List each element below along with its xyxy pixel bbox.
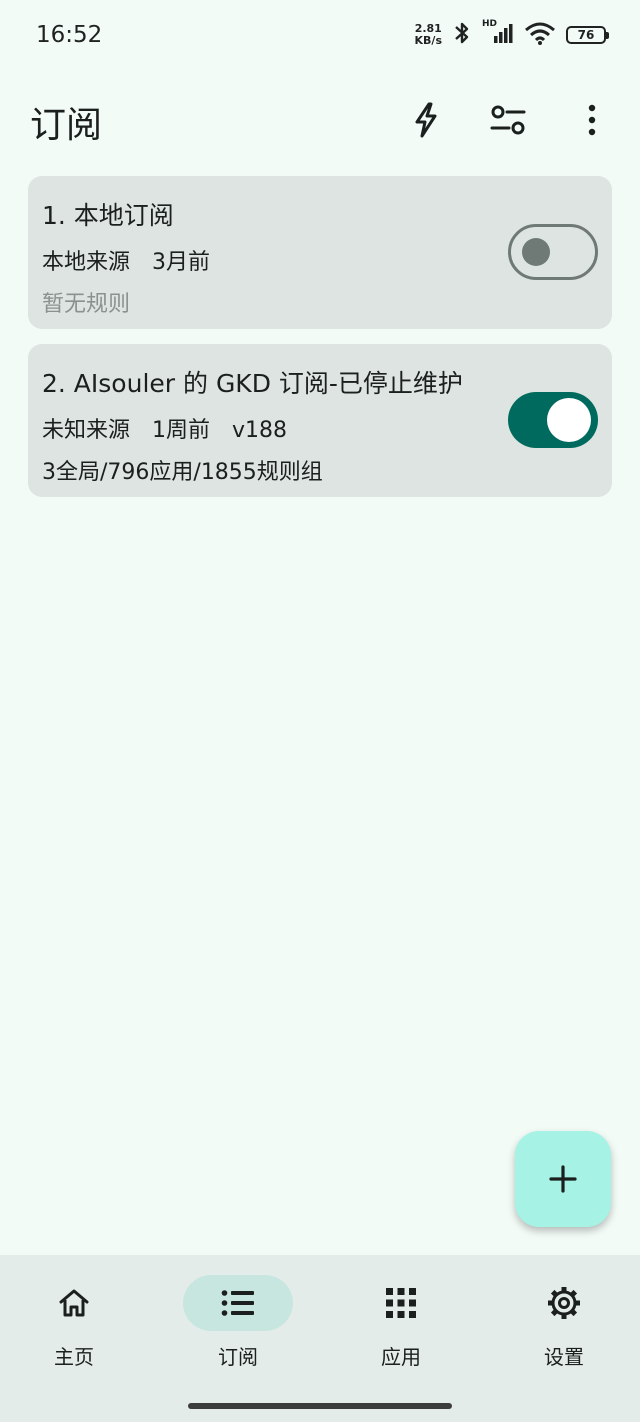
- subscription-toggle[interactable]: [508, 392, 598, 448]
- subscription-rules: 3全局/796应用/1855规则组: [42, 460, 323, 485]
- nav-label: 设置: [544, 1345, 584, 1369]
- status-icons: 2.81 KB/s HD 76: [415, 19, 609, 50]
- nav-label: 应用: [381, 1345, 421, 1369]
- nav-label: 主页: [54, 1345, 94, 1369]
- subscription-title: 1. 本地订阅: [42, 201, 174, 230]
- nav-pill: [183, 1275, 293, 1331]
- subscription-version: v188: [232, 418, 288, 443]
- nav-item-home[interactable]: 主页: [19, 1275, 129, 1385]
- subscription-time: 3月前: [152, 250, 211, 275]
- subscription-title: 2. AIsouler 的 GKD 订阅-已停止维护: [42, 369, 463, 398]
- page-title: 订阅: [30, 105, 103, 146]
- subscription-card[interactable]: 1. 本地订阅 本地来源 3月前 暂无规则: [28, 176, 612, 329]
- home-indicator[interactable]: [188, 1403, 452, 1409]
- lightning-icon: [415, 102, 437, 138]
- more-vert-icon: [588, 104, 596, 136]
- battery-level: 76: [577, 28, 595, 42]
- subscription-rules: 暂无规则: [42, 292, 131, 317]
- toggle-knob: [547, 398, 591, 442]
- toggle-knob: [522, 238, 550, 266]
- flash-button[interactable]: [404, 98, 448, 142]
- subscription-meta: 本地来源 3月前: [42, 244, 232, 276]
- gear-icon: [548, 1287, 580, 1319]
- status-time: 16:52: [36, 22, 103, 48]
- nav-item-apps[interactable]: 应用: [346, 1275, 456, 1385]
- top-app-bar: 订阅: [0, 80, 640, 156]
- nav-item-subscriptions[interactable]: 订阅: [183, 1275, 293, 1385]
- list-icon: [221, 1290, 254, 1316]
- bottom-navigation: 主页 订阅 应用 设置: [0, 1255, 640, 1422]
- status-bar: 16:52 2.81 KB/s HD 76: [0, 0, 640, 72]
- nav-pill: [346, 1275, 456, 1331]
- wifi-icon: [524, 21, 556, 49]
- subscription-meta: 未知来源 1周前 v188: [42, 412, 309, 444]
- nav-pill: [509, 1275, 619, 1331]
- subscription-source: 未知来源: [42, 418, 131, 443]
- tune-icon: [490, 105, 526, 135]
- add-subscription-button[interactable]: [515, 1131, 611, 1227]
- subscription-card[interactable]: 2. AIsouler 的 GKD 订阅-已停止维护 未知来源 1周前 v188 3…: [28, 344, 612, 497]
- plus-icon: [549, 1165, 577, 1193]
- home-icon: [59, 1289, 89, 1317]
- subscription-source: 本地来源: [42, 250, 131, 275]
- hd-label: HD: [482, 19, 498, 29]
- battery-indicator: 76: [566, 26, 609, 44]
- more-menu-button[interactable]: [570, 98, 614, 142]
- apps-grid-icon: [386, 1288, 416, 1318]
- subscription-time: 1周前: [152, 418, 211, 443]
- nav-label: 订阅: [218, 1345, 258, 1369]
- signal-icon: HD: [482, 19, 514, 49]
- bluetooth-icon: [452, 20, 472, 50]
- nav-item-settings[interactable]: 设置: [509, 1275, 619, 1385]
- filter-button[interactable]: [486, 98, 530, 142]
- net-speed: 2.81 KB/s: [415, 23, 442, 47]
- nav-pill: [19, 1275, 129, 1331]
- net-speed-unit: KB/s: [414, 34, 442, 47]
- subscription-toggle[interactable]: [508, 224, 598, 280]
